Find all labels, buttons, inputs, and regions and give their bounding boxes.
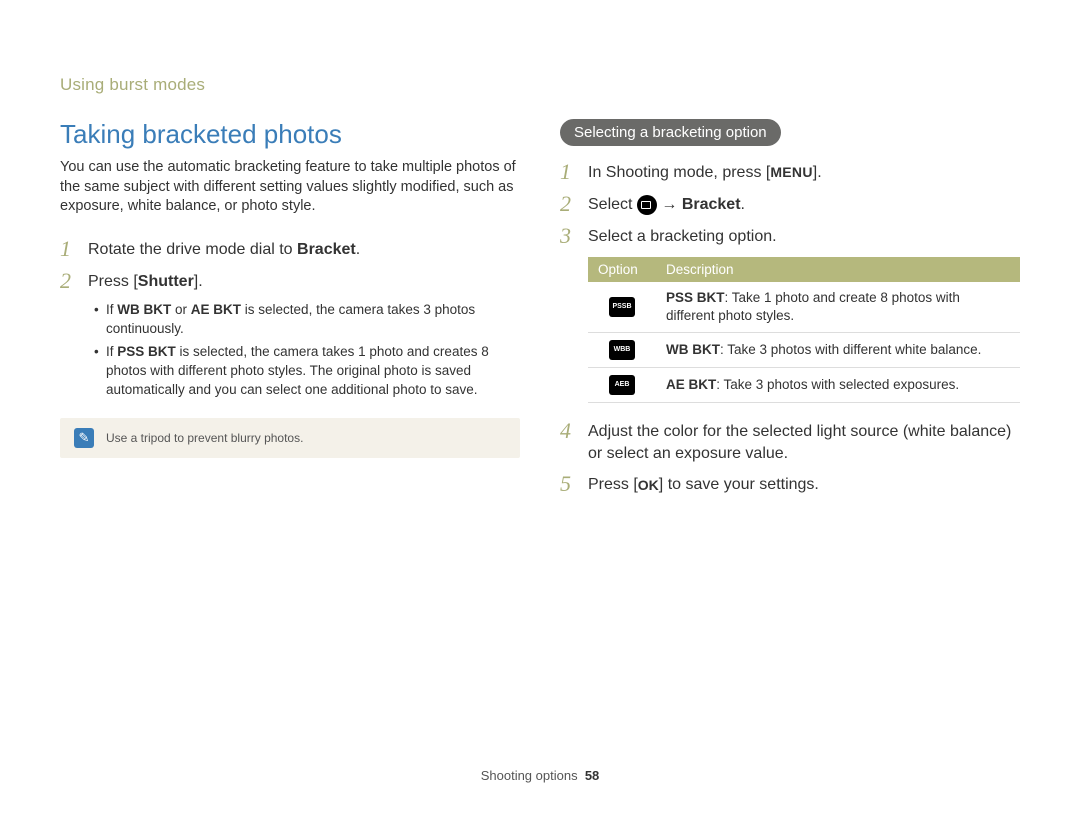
footer-section: Shooting options [481,768,578,783]
breadcrumb: Using burst modes [60,75,1020,95]
step-text: In Shooting mode, press [MENU]. [588,160,822,184]
step-2: 2 Press [Shutter]. [60,269,520,293]
table-row: WBB WB BKT: Take 3 photos with different… [588,333,1020,368]
step-1: 1 Rotate the drive mode dial to Bracket. [60,237,520,261]
step-5-right: 5 Press [OK] to save your settings. [560,472,1020,496]
note-box: ✎ Use a tripod to prevent blurry photos. [60,418,520,458]
step-1-right: 1 In Shooting mode, press [MENU]. [560,160,1020,184]
right-column: Selecting a bracketing option 1 In Shoot… [560,119,1020,504]
option-desc-cell: AE BKT: Take 3 photos with selected expo… [656,368,1020,403]
ok-button-icon: OK [638,476,659,495]
step-2-bullets: If WB BKT or AE BKT is selected, the cam… [94,301,520,399]
option-desc-cell: PSS BKT: Take 1 photo and create 8 photo… [656,282,1020,333]
step-number: 2 [60,269,78,293]
intro-paragraph: You can use the automatic bracketing fea… [60,158,520,217]
menu-button-icon: MENU [770,163,812,182]
step-number: 5 [560,472,578,496]
step-text: Select a bracketing option. [588,224,777,248]
option-desc-cell: WB BKT: Take 3 photos with different whi… [656,333,1020,368]
option-icon-cell: AEB [588,368,656,403]
bullet-item: If WB BKT or AE BKT is selected, the cam… [94,301,520,339]
step-text: Adjust the color for the selected light … [588,419,1020,464]
subsection-pill: Selecting a bracketing option [560,119,781,146]
table-header-option: Option [588,257,656,282]
option-icon-cell: WBB [588,333,656,368]
note-text: Use a tripod to prevent blurry photos. [106,431,303,445]
pss-bkt-icon: PSSB [609,297,635,317]
table-row: AEB AE BKT: Take 3 photos with selected … [588,368,1020,403]
step-number: 4 [560,419,578,443]
step-text: Press [Shutter]. [88,269,203,293]
step-number: 1 [60,237,78,261]
bracket-options-table: Option Description PSSB PSS BKT: Take 1 … [588,257,1020,403]
table-row: PSSB PSS BKT: Take 1 photo and create 8 … [588,282,1020,333]
left-column: Taking bracketed photos You can use the … [60,119,520,504]
page-number: 58 [585,768,599,783]
camera-icon [637,195,657,215]
step-2-right: 2 Select → Bracket. [560,192,1020,216]
step-4-right: 4 Adjust the color for the selected ligh… [560,419,1020,464]
two-column-layout: Taking bracketed photos You can use the … [60,119,1020,504]
bullet-item: If PSS BKT is selected, the camera takes… [94,343,520,400]
step-3-right: 3 Select a bracketing option. [560,224,1020,248]
ae-bkt-icon: AEB [609,375,635,395]
step-number: 3 [560,224,578,248]
step-text: Press [OK] to save your settings. [588,472,819,496]
step-text: Rotate the drive mode dial to Bracket. [88,237,360,261]
step-number: 1 [560,160,578,184]
wb-bkt-icon: WBB [609,340,635,360]
table-header-description: Description [656,257,1020,282]
option-icon-cell: PSSB [588,282,656,333]
section-title: Taking bracketed photos [60,119,520,150]
note-icon: ✎ [74,428,94,448]
step-text: Select → Bracket. [588,192,745,216]
step-number: 2 [560,192,578,216]
page-footer: Shooting options 58 [0,768,1080,783]
